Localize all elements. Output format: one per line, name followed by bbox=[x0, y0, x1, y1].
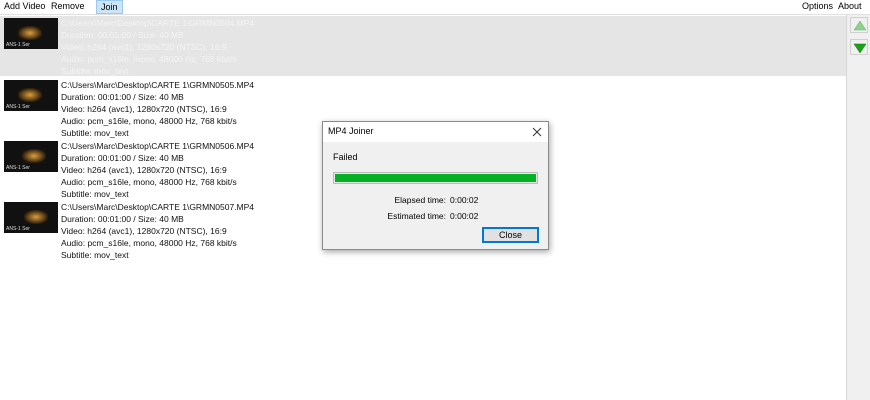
add-video-button[interactable]: Add Video bbox=[1, 0, 48, 14]
remove-button[interactable]: Remove bbox=[48, 0, 88, 14]
video-thumbnail: ANS-1 Ser bbox=[4, 141, 58, 172]
file-path: C:\Users\Marc\Desktop\CARTE 1\GRMN0505.M… bbox=[61, 80, 255, 90]
file-duration: Duration: 00:01:00 / Size: 40 MB bbox=[61, 30, 184, 40]
dialog-title: MP4 Joiner bbox=[328, 126, 374, 136]
about-menu[interactable]: About bbox=[835, 0, 865, 14]
file-audio: Audio: pcm_s16le, mono, 48000 Hz, 768 kb… bbox=[61, 54, 237, 64]
options-menu[interactable]: Options bbox=[799, 0, 836, 14]
side-panel bbox=[846, 15, 870, 400]
file-subtitle: Subtitle: mov_text bbox=[61, 66, 129, 76]
file-video: Video: h264 (avc1), 1280x720 (NTSC), 16:… bbox=[61, 42, 227, 52]
move-down-button[interactable] bbox=[850, 39, 868, 55]
file-path: C:\Users\Marc\Desktop\CARTE 1\GRMN0504.M… bbox=[61, 18, 255, 28]
close-button[interactable]: Close bbox=[482, 227, 539, 243]
elapsed-time-value: 0:00:02 bbox=[450, 195, 479, 205]
file-subtitle: Subtitle: mov_text bbox=[61, 250, 129, 260]
list-item[interactable]: ANS-1 Ser C:\Users\Marc\Desktop\CARTE 1\… bbox=[0, 16, 846, 76]
file-duration: Duration: 00:01:00 / Size: 40 MB bbox=[61, 92, 184, 102]
dialog-titlebar: MP4 Joiner bbox=[323, 122, 548, 142]
progress-fill bbox=[335, 174, 536, 182]
file-video: Video: h264 (avc1), 1280x720 (NTSC), 16:… bbox=[61, 104, 227, 114]
join-button[interactable]: Join bbox=[96, 0, 123, 14]
mp4-joiner-dialog: MP4 Joiner Failed Elapsed time: 0:00:02 … bbox=[322, 121, 549, 250]
move-up-button[interactable] bbox=[850, 17, 868, 33]
estimated-time-value: 0:00:02 bbox=[450, 211, 479, 221]
video-thumbnail: ANS-1 Ser bbox=[4, 18, 58, 49]
estimated-time-label: Estimated time: bbox=[387, 211, 446, 221]
video-thumbnail: ANS-1 Ser bbox=[4, 202, 58, 233]
arrow-down-icon bbox=[853, 43, 867, 54]
progress-bar bbox=[333, 172, 538, 184]
status-text: Failed bbox=[333, 152, 358, 162]
elapsed-time-label: Elapsed time: bbox=[394, 195, 447, 205]
toolbar-divider bbox=[0, 14, 870, 15]
toolbar: Add Video Remove Join Options About bbox=[0, 0, 870, 14]
arrow-up-icon bbox=[853, 20, 867, 31]
video-thumbnail: ANS-1 Ser bbox=[4, 80, 58, 111]
close-icon[interactable] bbox=[529, 124, 545, 140]
